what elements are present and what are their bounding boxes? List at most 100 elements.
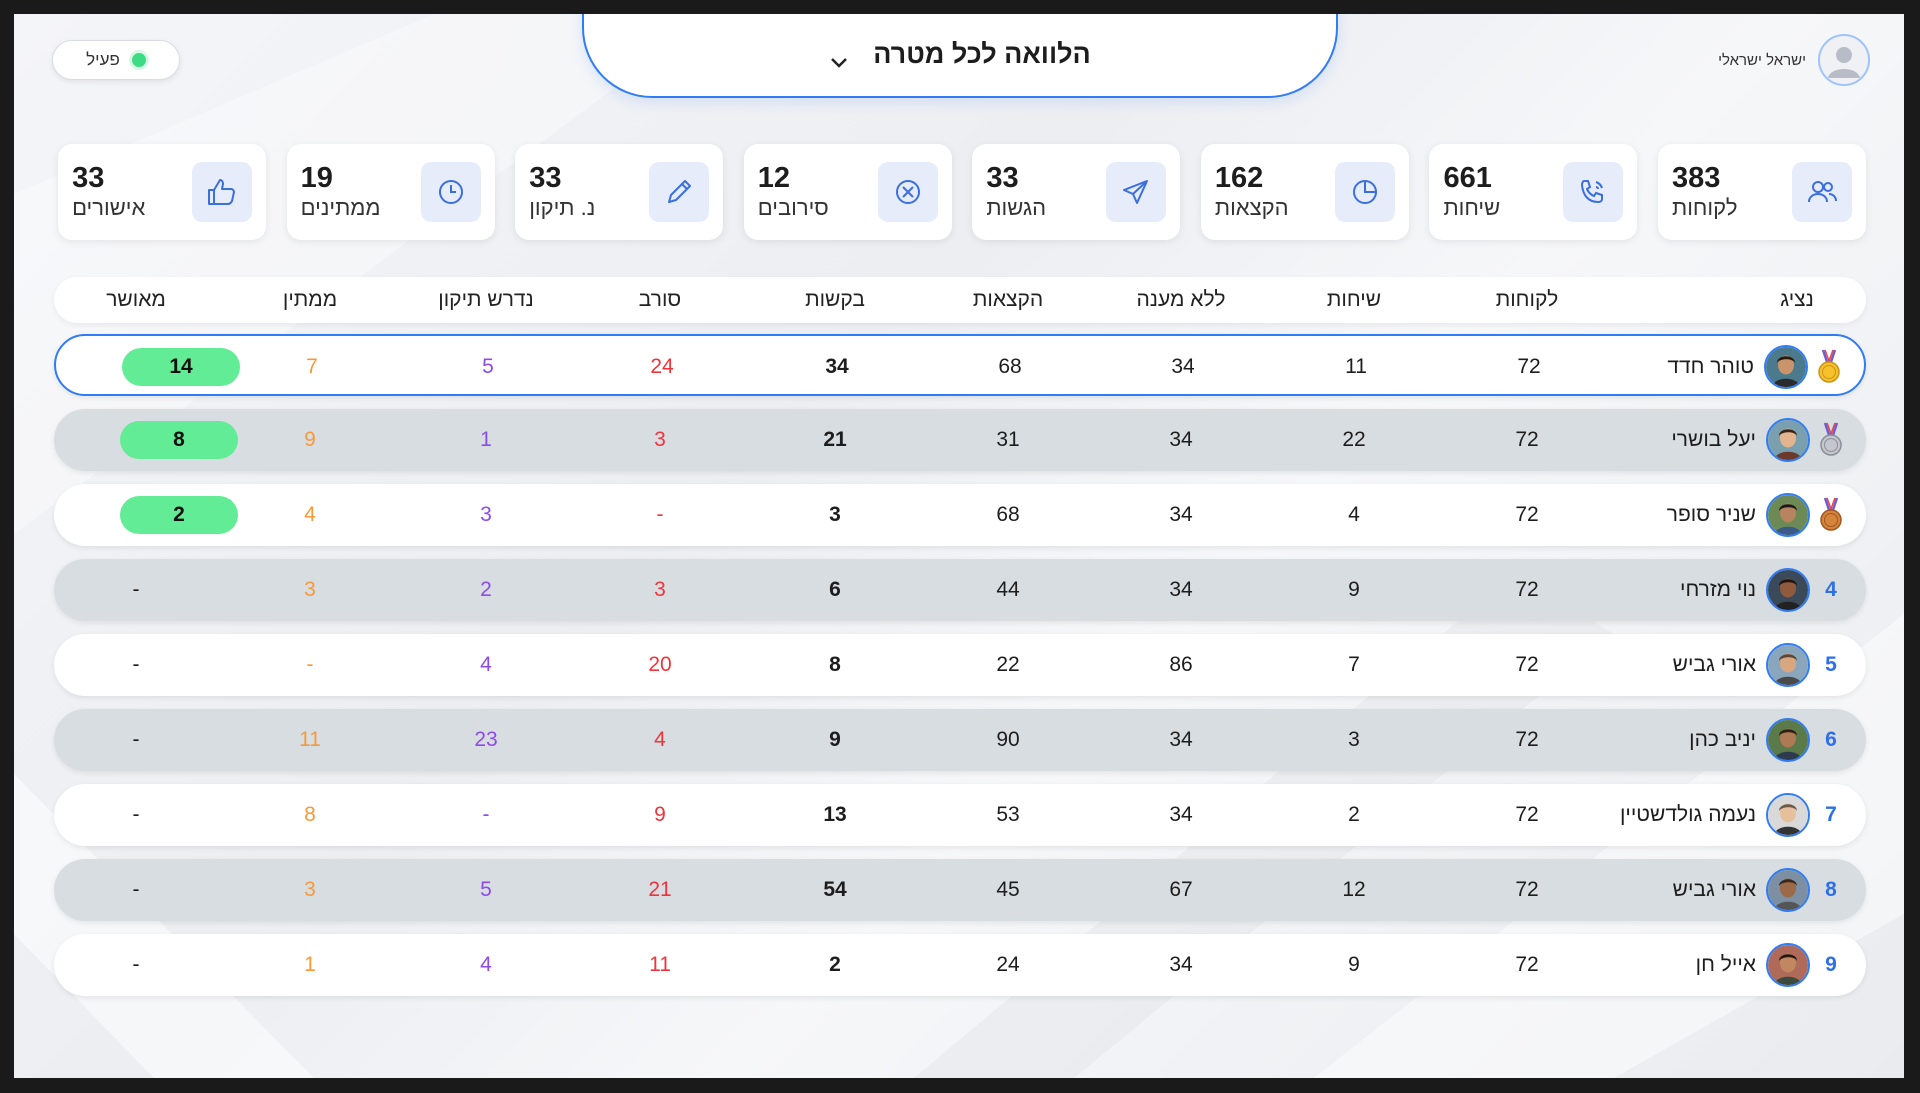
rank-number: 8 [1825, 878, 1837, 901]
cell-needs-fix: 5 [482, 355, 494, 378]
table-row[interactable]: שניר סופר 72 4 34 68 3-3 4 2 [54, 484, 1866, 546]
status-dot [131, 53, 146, 67]
cell-calls: 22 [1342, 428, 1366, 451]
stat-label: ממתינים [300, 195, 381, 220]
table-row[interactable]: 5 אורי גביש 72 7 86 22 8 20 4 - - [54, 634, 1866, 696]
table-row[interactable]: 4 נוי מזרחי 72 9 34 44 6 3 2 3 - [54, 559, 1866, 621]
cell-allocations: 45 [996, 878, 1020, 901]
rep-name: אייל חן [1695, 953, 1756, 976]
user-name: ישראל ישראלי [1718, 51, 1806, 69]
cell-pending: 4 [304, 503, 316, 526]
table-row[interactable]: 6 יניב כהן 72 3 34 90 9 4 23 11 - [54, 709, 1866, 771]
cell-requests: 8 [829, 653, 841, 676]
rep-name: שניר סופר [1666, 503, 1756, 526]
cell-calls: 12 [1342, 878, 1366, 901]
cell-no-answer: 34 [1171, 355, 1195, 378]
cell-no-answer: 34 [1169, 503, 1193, 526]
avatar [1766, 568, 1810, 612]
stat-text: 12 סירובים [758, 162, 862, 222]
stat-value: 19 [300, 162, 333, 194]
cell-requests: 3 [829, 503, 841, 526]
clock-icon [420, 162, 481, 222]
status-toggle[interactable]: פעיל [52, 40, 180, 80]
cell-needs-fix: 4 [480, 653, 492, 676]
cell-no-answer: 34 [1169, 428, 1193, 451]
stat-card-x-circle: 12 סירובים [743, 144, 952, 240]
stat-card-send: 33 הגשות [972, 144, 1181, 240]
avatar [1764, 345, 1808, 389]
avatar [1766, 643, 1810, 687]
header-customers: לקוחות [1495, 288, 1559, 311]
table-row[interactable]: 7 נעמה גולדשטיין 72 2 34 53 13 9 - 8 - [54, 784, 1866, 846]
cell-rejected: 3 [654, 578, 666, 601]
header-allocations: הקצאות [972, 288, 1044, 311]
cell-no-answer: 34 [1169, 953, 1193, 976]
avatar [1766, 718, 1810, 762]
table-row[interactable]: טוהר חדד 72 11 34 68 34 24 5 7 14 [54, 334, 1866, 396]
cell-pending: 8 [304, 803, 316, 826]
header-pending: ממתין [282, 288, 338, 311]
cell-calls: 2 [1348, 803, 1360, 826]
stat-text: 33 אישורים [72, 162, 176, 222]
stat-label: סירובים [757, 195, 829, 220]
stat-value: 33 [986, 162, 1019, 194]
cell-rejected: 3 [654, 428, 666, 451]
rep-cell: אורי גביש [1673, 859, 1810, 921]
users-icon [1792, 162, 1852, 222]
cell-needs-fix: 3 [480, 503, 492, 526]
cell-customers: 72 [1515, 578, 1539, 601]
phone-icon [1563, 162, 1624, 222]
cell-approved: - [132, 653, 140, 676]
rep-name: נעמה גולדשטיין [1619, 803, 1756, 826]
page-title: הלוואה לכל מטרה [873, 39, 1091, 69]
table-row[interactable]: 8 אורי גביש 72 12 67 45 54 21 5 3 - [54, 859, 1866, 921]
rep-name: אורי גביש [1672, 878, 1756, 901]
user-profile[interactable]: ישראל ישראלי [1718, 34, 1870, 86]
cell-rejected: 4 [654, 728, 666, 751]
rep-name: נוי מזרחי [1679, 578, 1756, 601]
stat-label: הקצאות [1214, 195, 1289, 220]
header-requests: בקשות [805, 288, 865, 311]
cell-requests: 9 [829, 728, 841, 751]
cell-pending: 3 [304, 878, 316, 901]
cell-rejected: 21 [648, 878, 672, 901]
table-row[interactable]: יעל בושרי 72 22 34 31 21 3 1 9 8 [54, 409, 1866, 471]
stat-text: 33 הגשות [986, 162, 1090, 222]
header-rep: נציג [1780, 288, 1814, 311]
stat-card-pie-chart: 162 הקצאות [1200, 144, 1409, 240]
stat-text: 162 הקצאות [1215, 162, 1319, 222]
rep-name: יעל בושרי [1671, 428, 1756, 451]
medal-silver-icon [1818, 409, 1844, 471]
cell-rejected: 9 [654, 803, 666, 826]
rank-number: 9 [1825, 953, 1837, 976]
cell-requests: 13 [823, 803, 847, 826]
cell-no-answer: 34 [1169, 803, 1193, 826]
stat-label: הגשות [986, 195, 1047, 220]
cell-allocations: 22 [996, 653, 1020, 676]
rank-number: 5 [1825, 653, 1837, 676]
rep-cell: טוהר חדד [1667, 336, 1808, 398]
cell-customers: 72 [1515, 428, 1539, 451]
stat-value: 33 [529, 162, 562, 194]
stat-value: 661 [1443, 162, 1492, 194]
cell-no-answer: 67 [1169, 878, 1193, 901]
x-circle-icon [877, 162, 938, 222]
cell-needs-fix: - [482, 803, 490, 826]
cell-allocations: 90 [996, 728, 1020, 751]
header-rejected: סורב [638, 288, 682, 311]
avatar [1766, 793, 1810, 837]
title-dropdown[interactable]: הלוואה לכל מטרה [582, 14, 1338, 98]
stat-card-phone: 661 שיחות [1429, 144, 1638, 240]
table-row[interactable]: 9 אייל חן 72 9 34 24 2 11 4 1 - [54, 934, 1866, 996]
cell-rejected: 20 [648, 653, 672, 676]
cell-needs-fix: 4 [480, 953, 492, 976]
cell-customers: 72 [1515, 728, 1539, 751]
cell-no-answer: 34 [1169, 578, 1193, 601]
header-no-answer: ללא מענה [1136, 288, 1226, 311]
cell-requests: 6 [829, 578, 841, 601]
cell-allocations: 24 [996, 953, 1020, 976]
avatar [1766, 943, 1810, 987]
cell-customers: 72 [1515, 803, 1539, 826]
cell-requests: 34 [825, 355, 849, 378]
stat-text: 19 ממתינים [301, 162, 405, 222]
